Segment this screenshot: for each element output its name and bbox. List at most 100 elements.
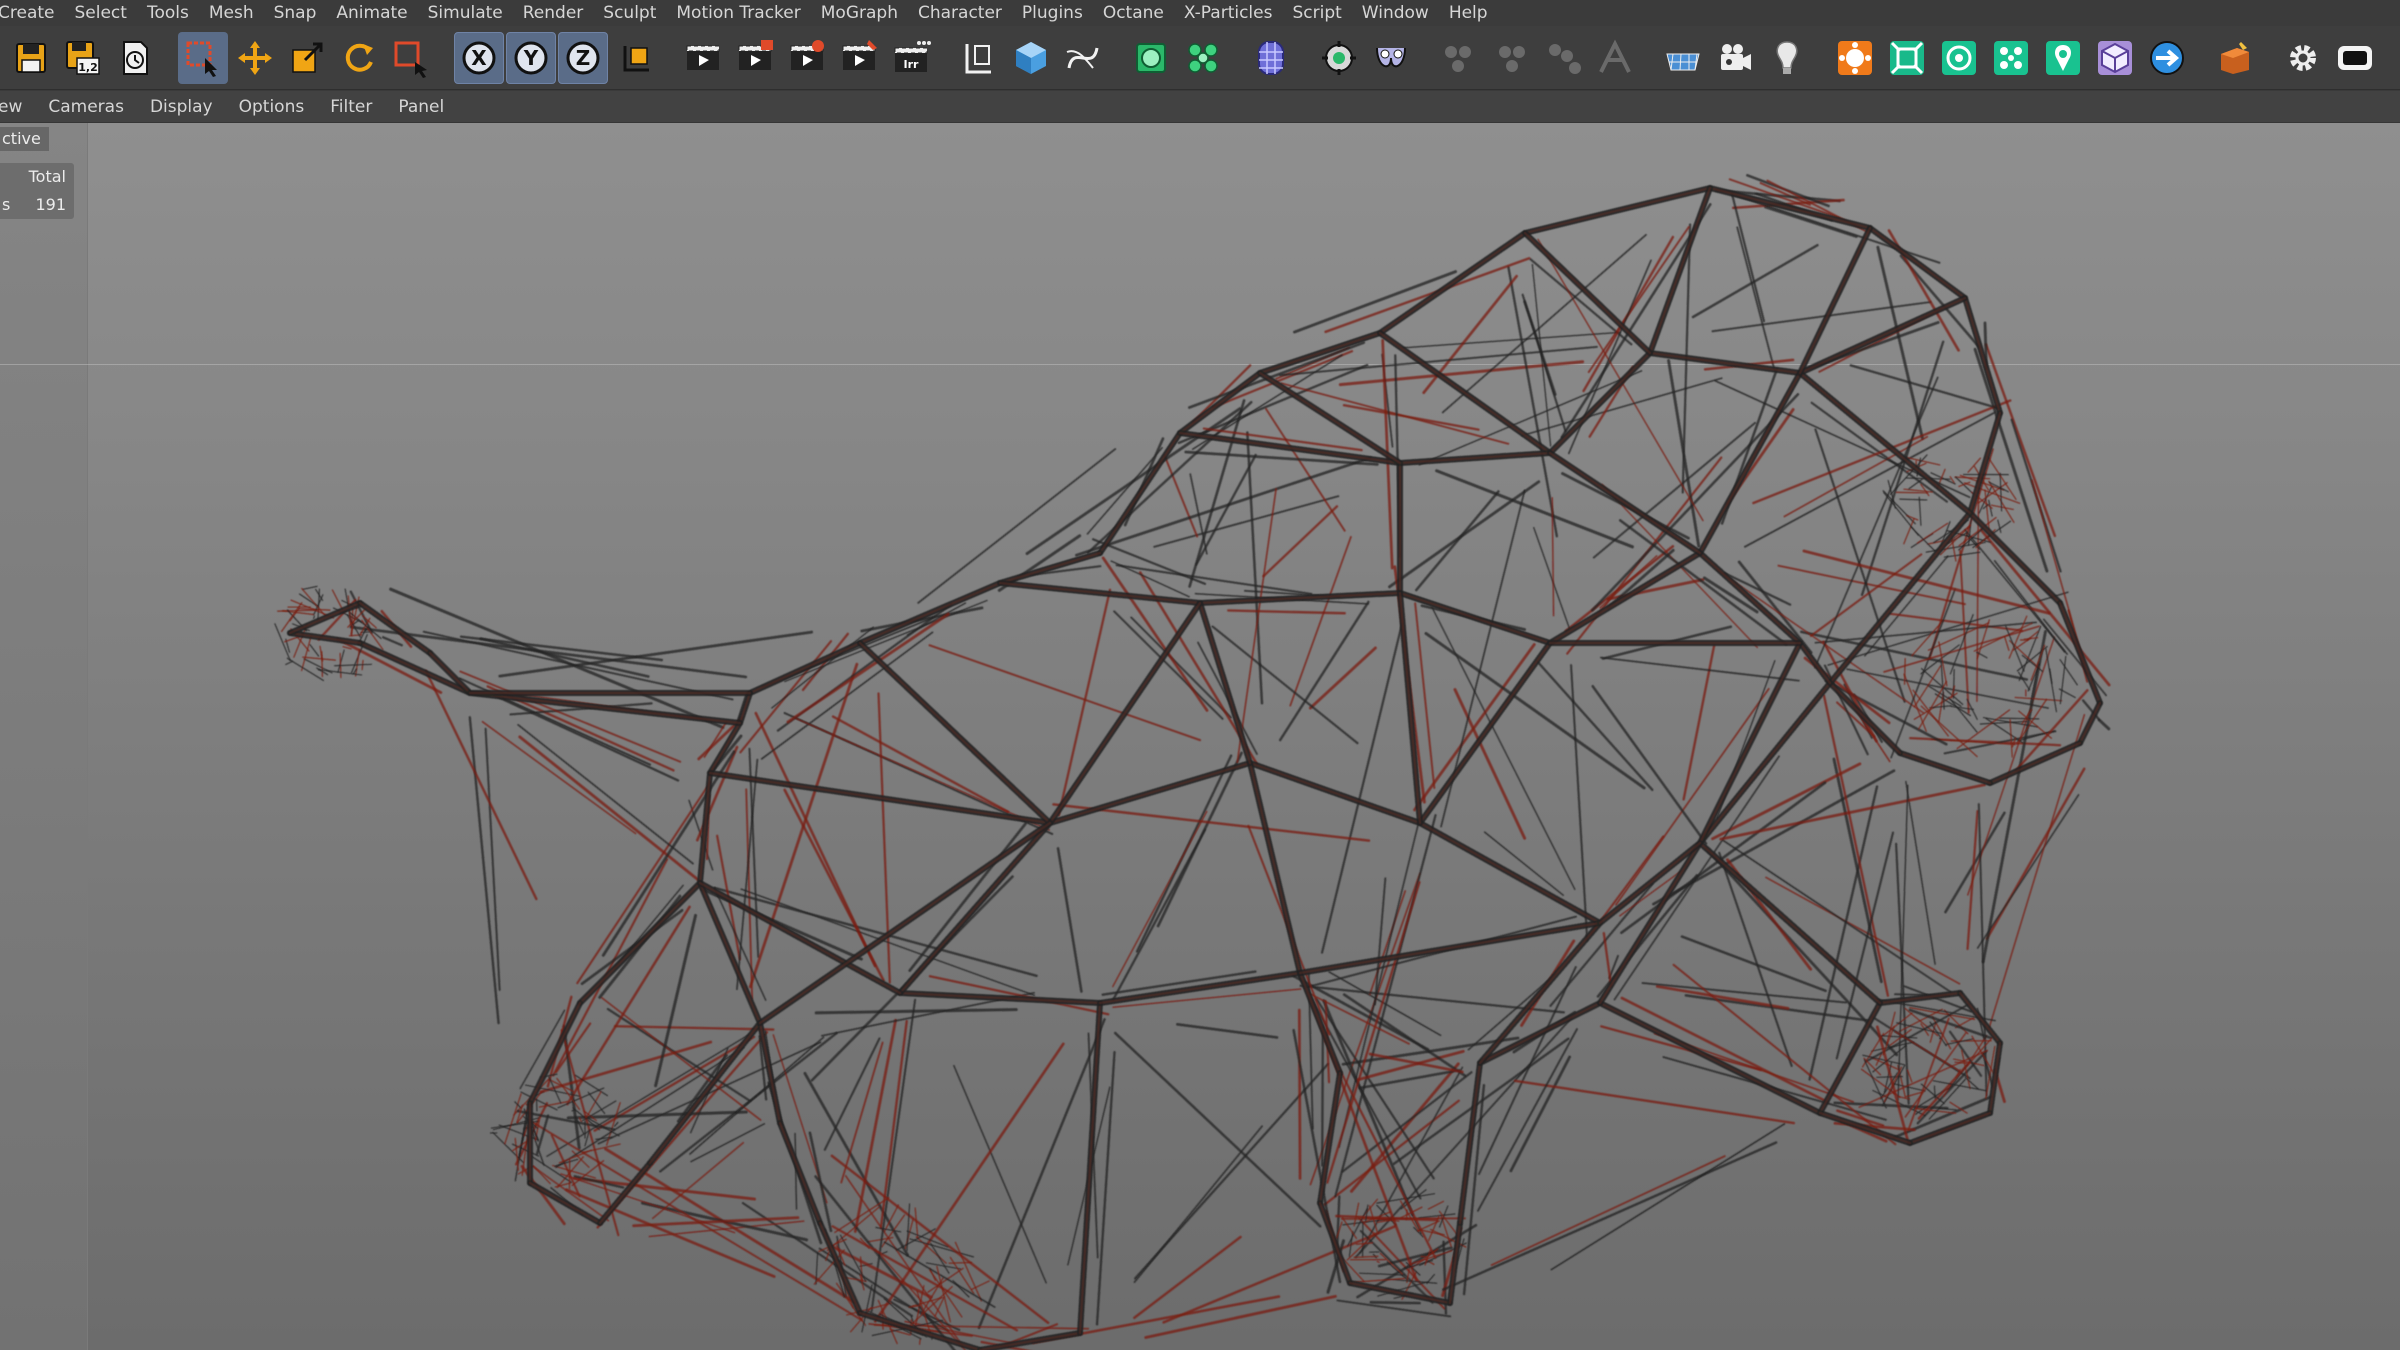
viewport-menu-options[interactable]: Options [226, 91, 318, 123]
menu-motion-tracker[interactable]: Motion Tracker [666, 0, 810, 26]
xp-generator-button[interactable] [1934, 32, 1984, 84]
axis-y-label: Y [523, 46, 539, 70]
command-toolbar: 1,2 X Y Z Irr [0, 26, 2400, 90]
camera-icon [1721, 43, 1751, 70]
viewport-menu-filter[interactable]: Filter [317, 91, 385, 123]
recent-file-button[interactable] [110, 32, 160, 84]
environment-group [1314, 30, 1418, 86]
render-picture-viewer-button[interactable] [782, 32, 832, 84]
menu-script[interactable]: Script [1282, 0, 1351, 26]
material-button[interactable] [2210, 32, 2260, 84]
last-tool-button[interactable] [386, 32, 436, 84]
menu-animate[interactable]: Animate [326, 0, 417, 26]
transform-group [178, 30, 438, 86]
menu-plugins[interactable]: Plugins [1012, 0, 1093, 26]
menu-character[interactable]: Character [908, 0, 1012, 26]
xp-system-button[interactable] [1882, 32, 1932, 84]
render-region-icon [686, 45, 720, 70]
subdivision-surface-button[interactable] [1126, 32, 1176, 84]
render-region-button[interactable] [678, 32, 728, 84]
viewport-menu-cameras[interactable]: Cameras [35, 91, 137, 123]
live-selection-button[interactable] [178, 31, 228, 84]
menu-mograph[interactable]: MoGraph [811, 0, 908, 26]
xp-cache-icon [1994, 40, 2028, 75]
xp-emitter-icon [1838, 40, 1872, 75]
recent-file-icon [123, 40, 148, 75]
cloner-icon [1188, 42, 1218, 73]
viewport-menu-display[interactable]: Display [137, 91, 226, 123]
menu-mesh[interactable]: Mesh [199, 0, 264, 26]
spline-pen-button[interactable] [1058, 32, 1108, 84]
bend-deformer-icon [1258, 40, 1284, 75]
rotate-icon [345, 43, 373, 72]
xp-modifier-button[interactable] [2038, 32, 2088, 84]
camera-light-group [1658, 30, 1814, 86]
floor-button[interactable] [1658, 32, 1708, 84]
settings-button[interactable] [2278, 32, 2328, 84]
material-icon [2221, 41, 2249, 74]
voronoi-icon [1599, 39, 1631, 73]
save-incremental-button[interactable]: 1,2 [58, 32, 108, 84]
render-picture-viewer-icon [790, 39, 824, 70]
coordinate-system-button[interactable] [610, 32, 660, 84]
layout-button[interactable] [2330, 32, 2380, 84]
viewport-menu-panel[interactable]: Panel [385, 91, 457, 123]
xp-emitter-button[interactable] [1830, 32, 1880, 84]
menu-select[interactable]: Select [65, 0, 137, 26]
camera-button[interactable] [1710, 32, 1760, 84]
menu-sculpt[interactable]: Sculpt [593, 0, 666, 26]
save-incremental-text: 1,2 [78, 61, 98, 74]
effector-icon [1376, 47, 1406, 67]
null-object-button[interactable] [954, 32, 1004, 84]
xp-cache-button[interactable] [1986, 32, 2036, 84]
generators-group [1126, 30, 1230, 86]
floor-icon [1666, 53, 1700, 70]
cloner-button[interactable] [1178, 32, 1228, 84]
menu-snap[interactable]: Snap [264, 0, 327, 26]
main-menu-bar: Create Select Tools Mesh Snap Animate Si… [0, 0, 2400, 26]
edit-render-settings-button[interactable] [834, 32, 884, 84]
file-group: 1,2 [6, 30, 162, 86]
menu-create[interactable]: Create [0, 0, 65, 26]
menu-x-particles[interactable]: X-Particles [1174, 0, 1283, 26]
menu-octane[interactable]: Octane [1093, 0, 1174, 26]
axis-y-icon: Y [514, 41, 548, 74]
xp-forward-button[interactable] [2142, 32, 2192, 84]
save-button[interactable] [6, 32, 56, 84]
viewport-menu-view[interactable]: ew [0, 91, 35, 123]
edit-render-settings-icon [842, 39, 877, 70]
xp-question-button[interactable] [2090, 32, 2140, 84]
3d-viewport[interactable]: ctive Total s 191 [0, 123, 2400, 1350]
light-icon [1776, 40, 1798, 74]
cube-icon [1016, 41, 1046, 74]
tracer-icon [1445, 45, 1471, 72]
render-queue-button[interactable]: Irr [886, 32, 936, 84]
xp-generator-icon [1942, 40, 1976, 75]
effector-button[interactable] [1366, 32, 1416, 84]
axis-z-icon: Z [566, 41, 600, 74]
menu-render[interactable]: Render [513, 0, 594, 26]
menu-tools[interactable]: Tools [137, 0, 199, 26]
scene-button[interactable] [1314, 32, 1364, 84]
deformer-group [1246, 30, 1298, 86]
menu-window[interactable]: Window [1352, 0, 1439, 26]
rotate-button[interactable] [334, 32, 384, 84]
cube-button[interactable] [1006, 32, 1056, 84]
scale-button[interactable] [282, 32, 332, 84]
spline-wrap-icon [1499, 45, 1525, 72]
bend-deformer-button[interactable] [1246, 32, 1296, 84]
axis-z-button[interactable]: Z [558, 31, 608, 84]
light-button[interactable] [1762, 32, 1812, 84]
render-queue-icon: Irr [894, 40, 931, 72]
wireframe-red-edges [281, 174, 2107, 1350]
render-group: Irr [678, 30, 938, 86]
lion-wireframe-model[interactable] [0, 123, 2400, 1350]
axis-x-button[interactable]: X [454, 31, 504, 84]
menu-help[interactable]: Help [1439, 0, 1498, 26]
render-view-button[interactable] [730, 32, 780, 84]
axis-y-button[interactable]: Y [506, 31, 556, 84]
move-icon [238, 40, 272, 75]
move-button[interactable] [230, 32, 280, 84]
render-queue-text: Irr [904, 58, 920, 71]
menu-simulate[interactable]: Simulate [418, 0, 513, 26]
